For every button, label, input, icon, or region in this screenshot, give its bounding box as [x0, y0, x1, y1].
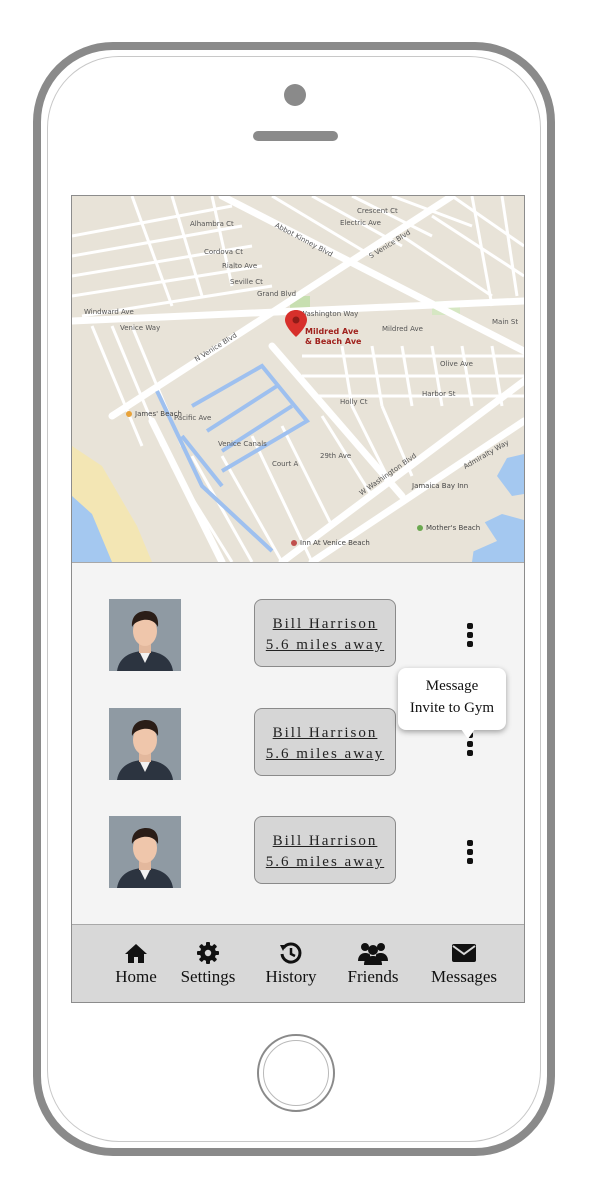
list-item: Bill Harrison 5.6 miles away: [72, 599, 524, 679]
friends-icon: [358, 943, 388, 965]
label-venice-canals: Venice Canals: [218, 440, 267, 448]
place-mothers-beach: Mother's Beach: [426, 524, 480, 532]
nearby-friends-list: Bill Harrison 5.6 miles away Bill Harris…: [72, 562, 524, 925]
gear-icon: [197, 942, 219, 964]
label-main-st: Main St: [492, 318, 518, 326]
label-cordova-ct: Cordova Ct: [204, 248, 243, 256]
label-29th-ave: 29th Ave: [320, 452, 351, 460]
contact-info-button[interactable]: Bill Harrison 5.6 miles away: [254, 599, 396, 667]
place-james-beach: James' Beach: [134, 410, 182, 418]
label-electric-ave: Electric Ave: [340, 219, 381, 227]
label-venice-way: Venice Way: [120, 324, 160, 332]
home-icon: [125, 944, 147, 963]
label-windward-ave: Windward Ave: [84, 308, 134, 316]
more-options-icon[interactable]: [463, 623, 477, 651]
app-screen: Washington Way Venice Way Mildred Ave Gr…: [71, 195, 525, 1003]
nav-label: Settings: [180, 967, 236, 986]
label-rialto-ave: Rialto Ave: [222, 262, 257, 270]
contact-info-button[interactable]: Bill Harrison 5.6 miles away: [254, 816, 396, 884]
contact-distance: 5.6 miles away: [265, 637, 385, 653]
options-popover: Message Invite to Gym: [398, 668, 506, 739]
popover-invite-to-gym-item[interactable]: Invite to Gym: [398, 697, 506, 719]
nav-label: Friends: [347, 967, 399, 986]
nav-label: Home: [115, 967, 157, 986]
history-icon: [280, 942, 302, 964]
label-washington-way: Washington Way: [300, 310, 358, 318]
label-court-a: Court A: [272, 460, 298, 468]
nav-item-home[interactable]: Home: [114, 941, 158, 987]
label-olive-ave: Olive Ave: [440, 360, 473, 368]
nav-item-messages[interactable]: Messages: [429, 941, 499, 987]
avatar[interactable]: [109, 708, 181, 780]
map-canvas: Washington Way Venice Way Mildred Ave Gr…: [72, 196, 524, 562]
contact-name: Bill Harrison: [272, 725, 378, 741]
earpiece-speaker: [253, 131, 338, 141]
nav-item-history[interactable]: History: [263, 941, 319, 987]
list-item: Bill Harrison 5.6 miles away: [72, 816, 524, 896]
label-holly-ct: Holly Ct: [340, 398, 368, 406]
pin-label-line2: & Beach Ave: [305, 337, 362, 346]
avatar[interactable]: [109, 599, 181, 671]
nav-label: Messages: [430, 967, 498, 986]
map-view[interactable]: Washington Way Venice Way Mildred Ave Gr…: [72, 196, 524, 562]
label-grand-blvd: Grand Blvd: [257, 290, 296, 298]
label-crescent-ct: Crescent Ct: [357, 207, 398, 215]
label-mildred-ave: Mildred Ave: [382, 325, 423, 333]
contact-name: Bill Harrison: [272, 616, 378, 632]
envelope-icon: [452, 944, 476, 962]
nav-item-friends[interactable]: Friends: [345, 941, 401, 987]
pin-label-line1: Mildred Ave: [305, 327, 359, 336]
label-seville-ct: Seville Ct: [230, 278, 263, 286]
label-alhambra-ct: Alhambra Ct: [190, 220, 234, 228]
front-camera: [284, 84, 306, 106]
nav-item-settings[interactable]: Settings: [178, 941, 238, 987]
contact-distance: 5.6 miles away: [265, 746, 385, 762]
hardware-home-button[interactable]: [257, 1034, 335, 1112]
contact-name: Bill Harrison: [272, 833, 378, 849]
more-options-icon[interactable]: [463, 840, 477, 868]
contact-distance: 5.6 miles away: [265, 854, 385, 870]
popover-message-item[interactable]: Message: [398, 675, 506, 697]
avatar[interactable]: [109, 816, 181, 888]
label-harbor-st: Harbor St: [422, 390, 456, 398]
nav-label: History: [265, 967, 317, 986]
bottom-nav-bar: Home Settings History Friends Messages: [72, 924, 524, 1002]
place-jamaica-bay-inn: Jamaica Bay Inn: [411, 482, 468, 490]
contact-info-button[interactable]: Bill Harrison 5.6 miles away: [254, 708, 396, 776]
place-inn-at-venice-beach: Inn At Venice Beach: [300, 539, 370, 547]
